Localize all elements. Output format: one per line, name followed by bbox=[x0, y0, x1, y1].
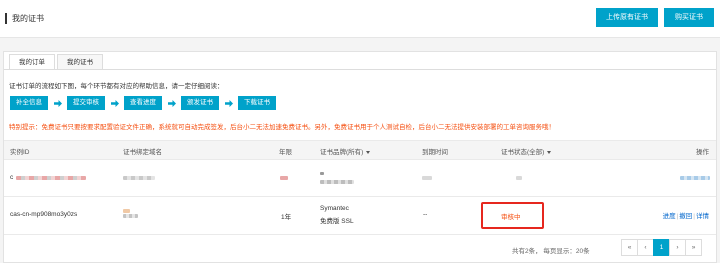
status-badge: 审核中 bbox=[501, 214, 521, 221]
tab-divider bbox=[4, 69, 716, 70]
first-page-button[interactable]: « bbox=[621, 239, 638, 256]
status-highlight-box: 审核中 bbox=[481, 202, 544, 229]
buy-certificate-button[interactable]: 购买证书 bbox=[664, 8, 714, 27]
arrow-right-icon bbox=[48, 99, 67, 107]
upload-certificate-button[interactable]: 上传原有证书 bbox=[596, 8, 658, 27]
col-operations: 操作 bbox=[696, 149, 709, 156]
redacted-domain bbox=[123, 176, 155, 180]
table-row: cas-cn-mp908mo3y0zs 1年 Symantec 免费版 SSL … bbox=[4, 197, 716, 235]
tab-bar: 我的订单 我的证书 bbox=[9, 54, 105, 70]
step-view-progress[interactable]: 查看进度 bbox=[124, 96, 162, 110]
redacted-years bbox=[280, 176, 288, 180]
table-header: 实例ID 证书绑定域名 年限 证书品牌(所有) 到期时间 证书状态(全部) 操作 bbox=[4, 140, 716, 160]
arrow-right-icon bbox=[219, 99, 238, 107]
step-issue-certificate[interactable]: 颁发证书 bbox=[181, 96, 219, 110]
instance-id-prefix: c bbox=[10, 174, 14, 181]
page-title: 我的证书 bbox=[12, 13, 44, 23]
step-complete-info[interactable]: 补全信息 bbox=[10, 96, 48, 110]
brand-edition: 免费版 SSL bbox=[320, 218, 354, 225]
brand-name: Symantec bbox=[320, 205, 349, 212]
withdraw-link[interactable]: 撤回 bbox=[679, 213, 692, 220]
years-value: 1年 bbox=[281, 214, 292, 221]
special-notice: 特别提示：免费证书只要按要求配置验证文件正确，系统就可自动完成签发，后台小二无法… bbox=[9, 124, 555, 131]
process-steps: 补全信息 提交审核 查看进度 颁发证书 下载证书 bbox=[10, 96, 276, 110]
progress-link[interactable]: 进度 bbox=[663, 213, 676, 220]
pagination-info: 共有2条， 每页显示：20条 bbox=[512, 248, 590, 255]
redacted-domain-mark bbox=[123, 209, 130, 213]
col-years: 年限 bbox=[279, 149, 292, 156]
tab-my-certificates[interactable]: 我的证书 bbox=[57, 54, 103, 70]
title-accent-bar bbox=[5, 12, 7, 24]
redacted-domain bbox=[123, 214, 138, 218]
redacted-brand-line2 bbox=[320, 180, 354, 184]
step-download-certificate[interactable]: 下载证书 bbox=[238, 96, 276, 110]
caret-down-icon bbox=[547, 150, 552, 154]
col-instance-id: 实例ID bbox=[10, 149, 30, 156]
prev-page-button[interactable]: ‹ bbox=[637, 239, 654, 256]
last-page-button[interactable]: » bbox=[685, 239, 702, 256]
instance-id: cas-cn-mp908mo3y0zs bbox=[10, 211, 78, 218]
title-wrap: 我的证书 bbox=[5, 12, 44, 24]
row-operations: 进度|撤回|详情 bbox=[662, 213, 709, 220]
redacted-brand-line1 bbox=[320, 172, 324, 175]
tab-my-orders[interactable]: 我的订单 bbox=[9, 54, 55, 70]
redacted-operations bbox=[680, 176, 710, 180]
arrow-right-icon bbox=[162, 99, 181, 107]
expire-value: -- bbox=[423, 211, 428, 218]
table-row: c bbox=[4, 160, 716, 197]
col-expire: 到期时间 bbox=[422, 149, 448, 156]
current-page-button[interactable]: 1 bbox=[653, 239, 670, 256]
redacted-id bbox=[16, 176, 86, 180]
redacted-status bbox=[516, 176, 522, 180]
page-header: 我的证书 上传原有证书 购买证书 bbox=[0, 0, 720, 38]
process-intro-text: 证书订单的流程如下图，每个环节都有对应的帮助信息，请一定仔细阅读： bbox=[9, 83, 224, 90]
details-link[interactable]: 详情 bbox=[696, 213, 709, 220]
caret-down-icon bbox=[366, 150, 371, 154]
arrow-right-icon bbox=[105, 99, 124, 107]
col-domain: 证书绑定域名 bbox=[123, 149, 162, 156]
col-brand-filter[interactable]: 证书品牌(所有) bbox=[320, 146, 371, 156]
step-submit-review[interactable]: 提交审核 bbox=[67, 96, 105, 110]
pagination: « ‹ 1 › » bbox=[621, 239, 702, 256]
col-status-filter[interactable]: 证书状态(全部) bbox=[501, 146, 552, 156]
next-page-button[interactable]: › bbox=[669, 239, 686, 256]
col-brand-label: 证书品牌(所有) bbox=[320, 149, 364, 156]
col-status-label: 证书状态(全部) bbox=[501, 149, 545, 156]
redacted-expire bbox=[422, 176, 432, 180]
orders-panel: 我的订单 我的证书 证书订单的流程如下图，每个环节都有对应的帮助信息，请一定仔细… bbox=[3, 51, 717, 263]
